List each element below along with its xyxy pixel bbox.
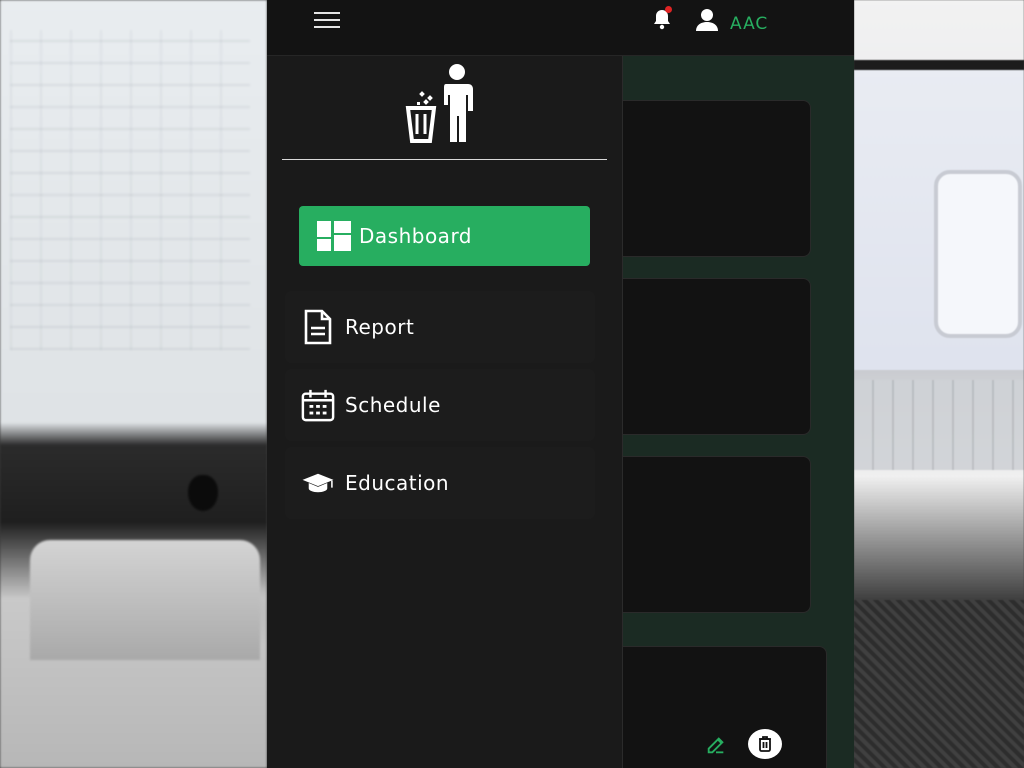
trash-icon: [759, 736, 771, 752]
nav-item-education[interactable]: Education: [285, 447, 595, 519]
edit-icon[interactable]: [705, 734, 727, 756]
nav-item-report[interactable]: Report: [285, 291, 595, 363]
nav-item-schedule[interactable]: Schedule: [285, 369, 595, 441]
top-bar: AAC: [267, 0, 854, 56]
nav-label-report: Report: [345, 315, 415, 339]
notifications-button[interactable]: [652, 6, 674, 30]
background-photo-left: [0, 0, 267, 768]
nav-label-dashboard: Dashboard: [359, 224, 473, 248]
user-icon[interactable]: [694, 7, 720, 33]
notification-badge: [665, 6, 672, 13]
menu-toggle-button[interactable]: [314, 12, 340, 28]
background-photo-right: [854, 0, 1024, 768]
background-monitor-screen: [10, 30, 250, 350]
background-sweater: [854, 600, 1024, 768]
file-text-icon: [301, 309, 335, 345]
delete-button[interactable]: [748, 729, 782, 759]
calendar-icon: [301, 388, 335, 422]
nav-item-dashboard[interactable]: Dashboard: [299, 206, 590, 266]
nav-label-schedule: Schedule: [345, 393, 441, 417]
background-phone: [934, 170, 1022, 338]
trash-bin-person-logo: [404, 62, 476, 146]
graduation-cap-icon: [301, 466, 335, 500]
nav-label-education: Education: [345, 471, 450, 495]
screen: ps: [0, 0, 1024, 768]
background-keyboard: [854, 380, 1024, 470]
user-name[interactable]: AAC: [730, 14, 768, 34]
dashboard-icon: [317, 219, 351, 253]
background-logo: [188, 475, 218, 511]
drawer-divider: [282, 159, 607, 160]
side-drawer: Dashboard Report Schedule Education: [267, 56, 623, 768]
background-monitor-stand: [30, 540, 260, 660]
